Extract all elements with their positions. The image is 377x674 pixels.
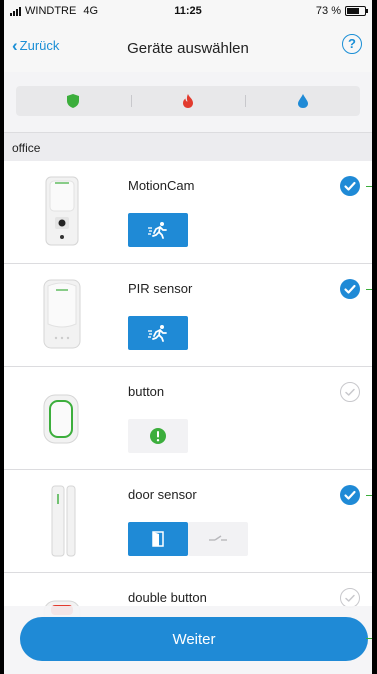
unselected-checkmark-icon[interactable] <box>340 382 360 402</box>
alert-mode-button[interactable] <box>128 419 188 453</box>
device-name: button <box>128 384 165 399</box>
room-section-header: office <box>4 132 372 162</box>
filter-security[interactable] <box>16 86 131 116</box>
device-item-pir-sensor[interactable]: PIR sensor <box>4 264 372 367</box>
device-name: door sensor <box>128 487 197 502</box>
battery-status: 73 % <box>315 5 368 17</box>
pir-sensor-device-image <box>43 279 81 349</box>
device-item-motioncam[interactable]: MotionCam <box>4 161 372 264</box>
reed-switch-icon <box>209 535 227 541</box>
door-sensor-device-image <box>51 485 76 557</box>
battery-icon <box>345 6 368 16</box>
reed-switch-mode-button[interactable] <box>188 522 248 556</box>
selected-checkmark-icon[interactable] <box>340 485 360 505</box>
phone-screen: WINDTRE 4G 11:25 73 % ‹ Zurück Geräte au… <box>4 0 372 674</box>
nav-bar: ‹ Zurück Geräte auswählen ? <box>4 22 372 72</box>
running-person-icon <box>148 222 167 239</box>
button-device-image <box>43 394 79 444</box>
edge-marker <box>366 495 372 496</box>
motion-mode-button[interactable] <box>128 316 188 350</box>
device-list: MotionCam PIR sensor button door sensor … <box>4 161 372 674</box>
continue-button[interactable]: Weiter <box>20 617 368 661</box>
door-mode-button[interactable] <box>128 522 188 556</box>
help-icon: ? <box>348 36 356 51</box>
device-item-door-sensor[interactable]: door sensor <box>4 470 372 573</box>
device-name: double button <box>128 590 207 605</box>
motioncam-device-image <box>45 176 79 246</box>
selected-checkmark-icon[interactable] <box>340 279 360 299</box>
water-drop-icon <box>297 94 308 108</box>
room-name: office <box>12 141 41 155</box>
running-person-icon <box>148 325 167 342</box>
status-bar: WINDTRE 4G 11:25 73 % <box>4 0 372 22</box>
mode-buttons <box>128 316 188 350</box>
filter-fire[interactable] <box>130 86 246 116</box>
flame-icon <box>183 94 193 108</box>
category-filter <box>16 86 360 116</box>
unselected-checkmark-icon[interactable] <box>340 588 360 608</box>
mode-buttons <box>128 419 188 453</box>
edge-marker <box>366 638 372 639</box>
alert-icon <box>150 428 166 444</box>
device-name: PIR sensor <box>128 281 193 296</box>
shield-icon <box>67 94 80 108</box>
mode-buttons <box>128 522 248 556</box>
battery-percent: 73 % <box>315 5 341 17</box>
device-item-button[interactable]: button <box>4 367 372 470</box>
edge-marker <box>366 289 372 290</box>
edge-marker <box>366 186 372 187</box>
device-name: MotionCam <box>128 178 195 193</box>
help-button[interactable]: ? <box>342 34 362 54</box>
page-title: Geräte auswählen <box>127 40 249 57</box>
filter-water[interactable] <box>245 86 360 116</box>
mode-buttons <box>128 213 188 247</box>
motion-mode-button[interactable] <box>128 213 188 247</box>
door-icon <box>152 531 164 547</box>
selected-checkmark-icon[interactable] <box>340 176 360 196</box>
